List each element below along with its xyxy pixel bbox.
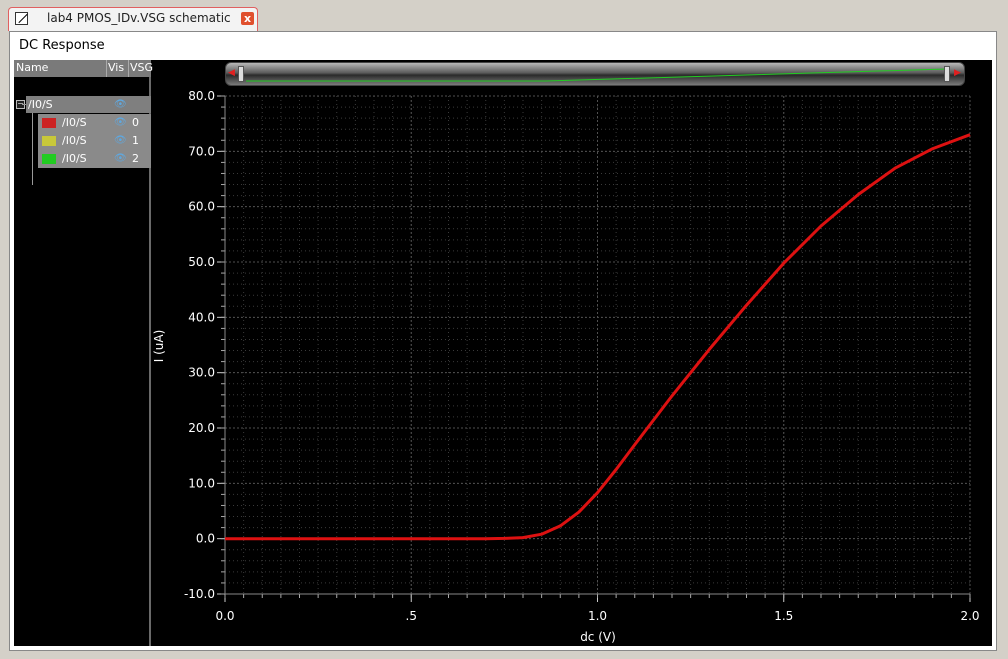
y-tick-label: 20.0 xyxy=(188,421,215,435)
column-header-vsg[interactable]: VSG xyxy=(130,61,153,74)
dc-response-chart[interactable]: -10.00.010.020.030.040.050.060.070.080.0… xyxy=(153,60,992,646)
trace-vsg: 2 xyxy=(132,152,139,165)
x-axis-label: dc (V) xyxy=(580,630,616,644)
x-tick-label: 1.5 xyxy=(774,609,793,623)
y-tick-label: 0.0 xyxy=(196,532,215,546)
y-tick-label: 80.0 xyxy=(188,89,215,103)
y-tick-label: 50.0 xyxy=(188,255,215,269)
trace-row[interactable]: /I0/S 👁 1 xyxy=(38,132,151,150)
visibility-eye-icon[interactable]: 👁 xyxy=(114,153,127,164)
tab-title: lab4 PMOS_IDv.VSG schematic xyxy=(47,11,231,25)
trace-color-swatch xyxy=(42,136,56,146)
y-axis-label: I (uA) xyxy=(153,330,166,363)
tree-root-item[interactable]: /I0/S 👁 xyxy=(26,96,151,113)
tab-schematic[interactable]: lab4 PMOS_IDv.VSG schematic x xyxy=(8,7,258,31)
trace-browser: Name Vis VSG − /I0/S 👁 /I0/S 👁 0 /I0/S 👁… xyxy=(14,60,153,646)
y-tick-label: 60.0 xyxy=(188,200,215,214)
window-title: DC Response xyxy=(19,38,105,53)
y-tick-label: 10.0 xyxy=(188,476,215,490)
x-tick-label: 2.0 xyxy=(960,609,979,623)
trace-vsg: 0 xyxy=(132,116,139,129)
y-tick-label: 40.0 xyxy=(188,310,215,324)
y-tick-label: 30.0 xyxy=(188,366,215,380)
trace-label: /I0/S xyxy=(62,134,87,147)
close-icon[interactable]: x xyxy=(241,12,254,25)
visibility-eye-icon[interactable]: 👁 xyxy=(114,135,127,146)
y-tick-labels: -10.0 0.0 10.0 20.0 30.0 40.0 50.0 60.0 70.0 80.0 xyxy=(184,89,215,601)
trace-vsg: 1 xyxy=(132,134,139,147)
column-header-name[interactable]: Name xyxy=(16,61,48,74)
browser-header: Name Vis VSG xyxy=(14,60,153,77)
tree-root-label: /I0/S xyxy=(28,98,53,111)
trace-label: /I0/S xyxy=(62,116,87,129)
axis-ticks xyxy=(217,95,971,602)
trace-row[interactable]: /I0/S 👁 2 xyxy=(38,150,151,168)
trace-label: /I0/S xyxy=(62,152,87,165)
x-tick-labels: 0.0 .5 1.0 1.5 2.0 xyxy=(215,609,979,623)
x-tick-label: 0.0 xyxy=(215,609,234,623)
trace-row[interactable]: /I0/S 👁 0 xyxy=(38,114,151,132)
schematic-icon xyxy=(15,12,28,25)
y-tick-label: -10.0 xyxy=(184,587,215,601)
visibility-eye-icon[interactable]: 👁 xyxy=(114,117,127,128)
trace-color-swatch xyxy=(42,118,56,128)
trace-color-swatch xyxy=(42,154,56,164)
dc-response-window: DC Response Name Vis VSG − /I0/S 👁 /I0/S… xyxy=(9,31,997,651)
window-content: Name Vis VSG − /I0/S 👁 /I0/S 👁 0 /I0/S 👁… xyxy=(14,60,992,646)
column-header-vis[interactable]: Vis xyxy=(108,61,124,74)
y-tick-label: 70.0 xyxy=(188,144,215,158)
tab-bar: lab4 PMOS_IDv.VSG schematic x xyxy=(0,0,1008,32)
x-tick-label: .5 xyxy=(406,609,417,623)
plot-area: ◀ ▶ -10.0 0.0 10.0 20.0 30.0 40.0 50.0 60.0 70.0… xyxy=(153,60,992,646)
visibility-eye-icon[interactable]: 👁 xyxy=(114,99,127,110)
x-tick-label: 1.0 xyxy=(588,609,607,623)
